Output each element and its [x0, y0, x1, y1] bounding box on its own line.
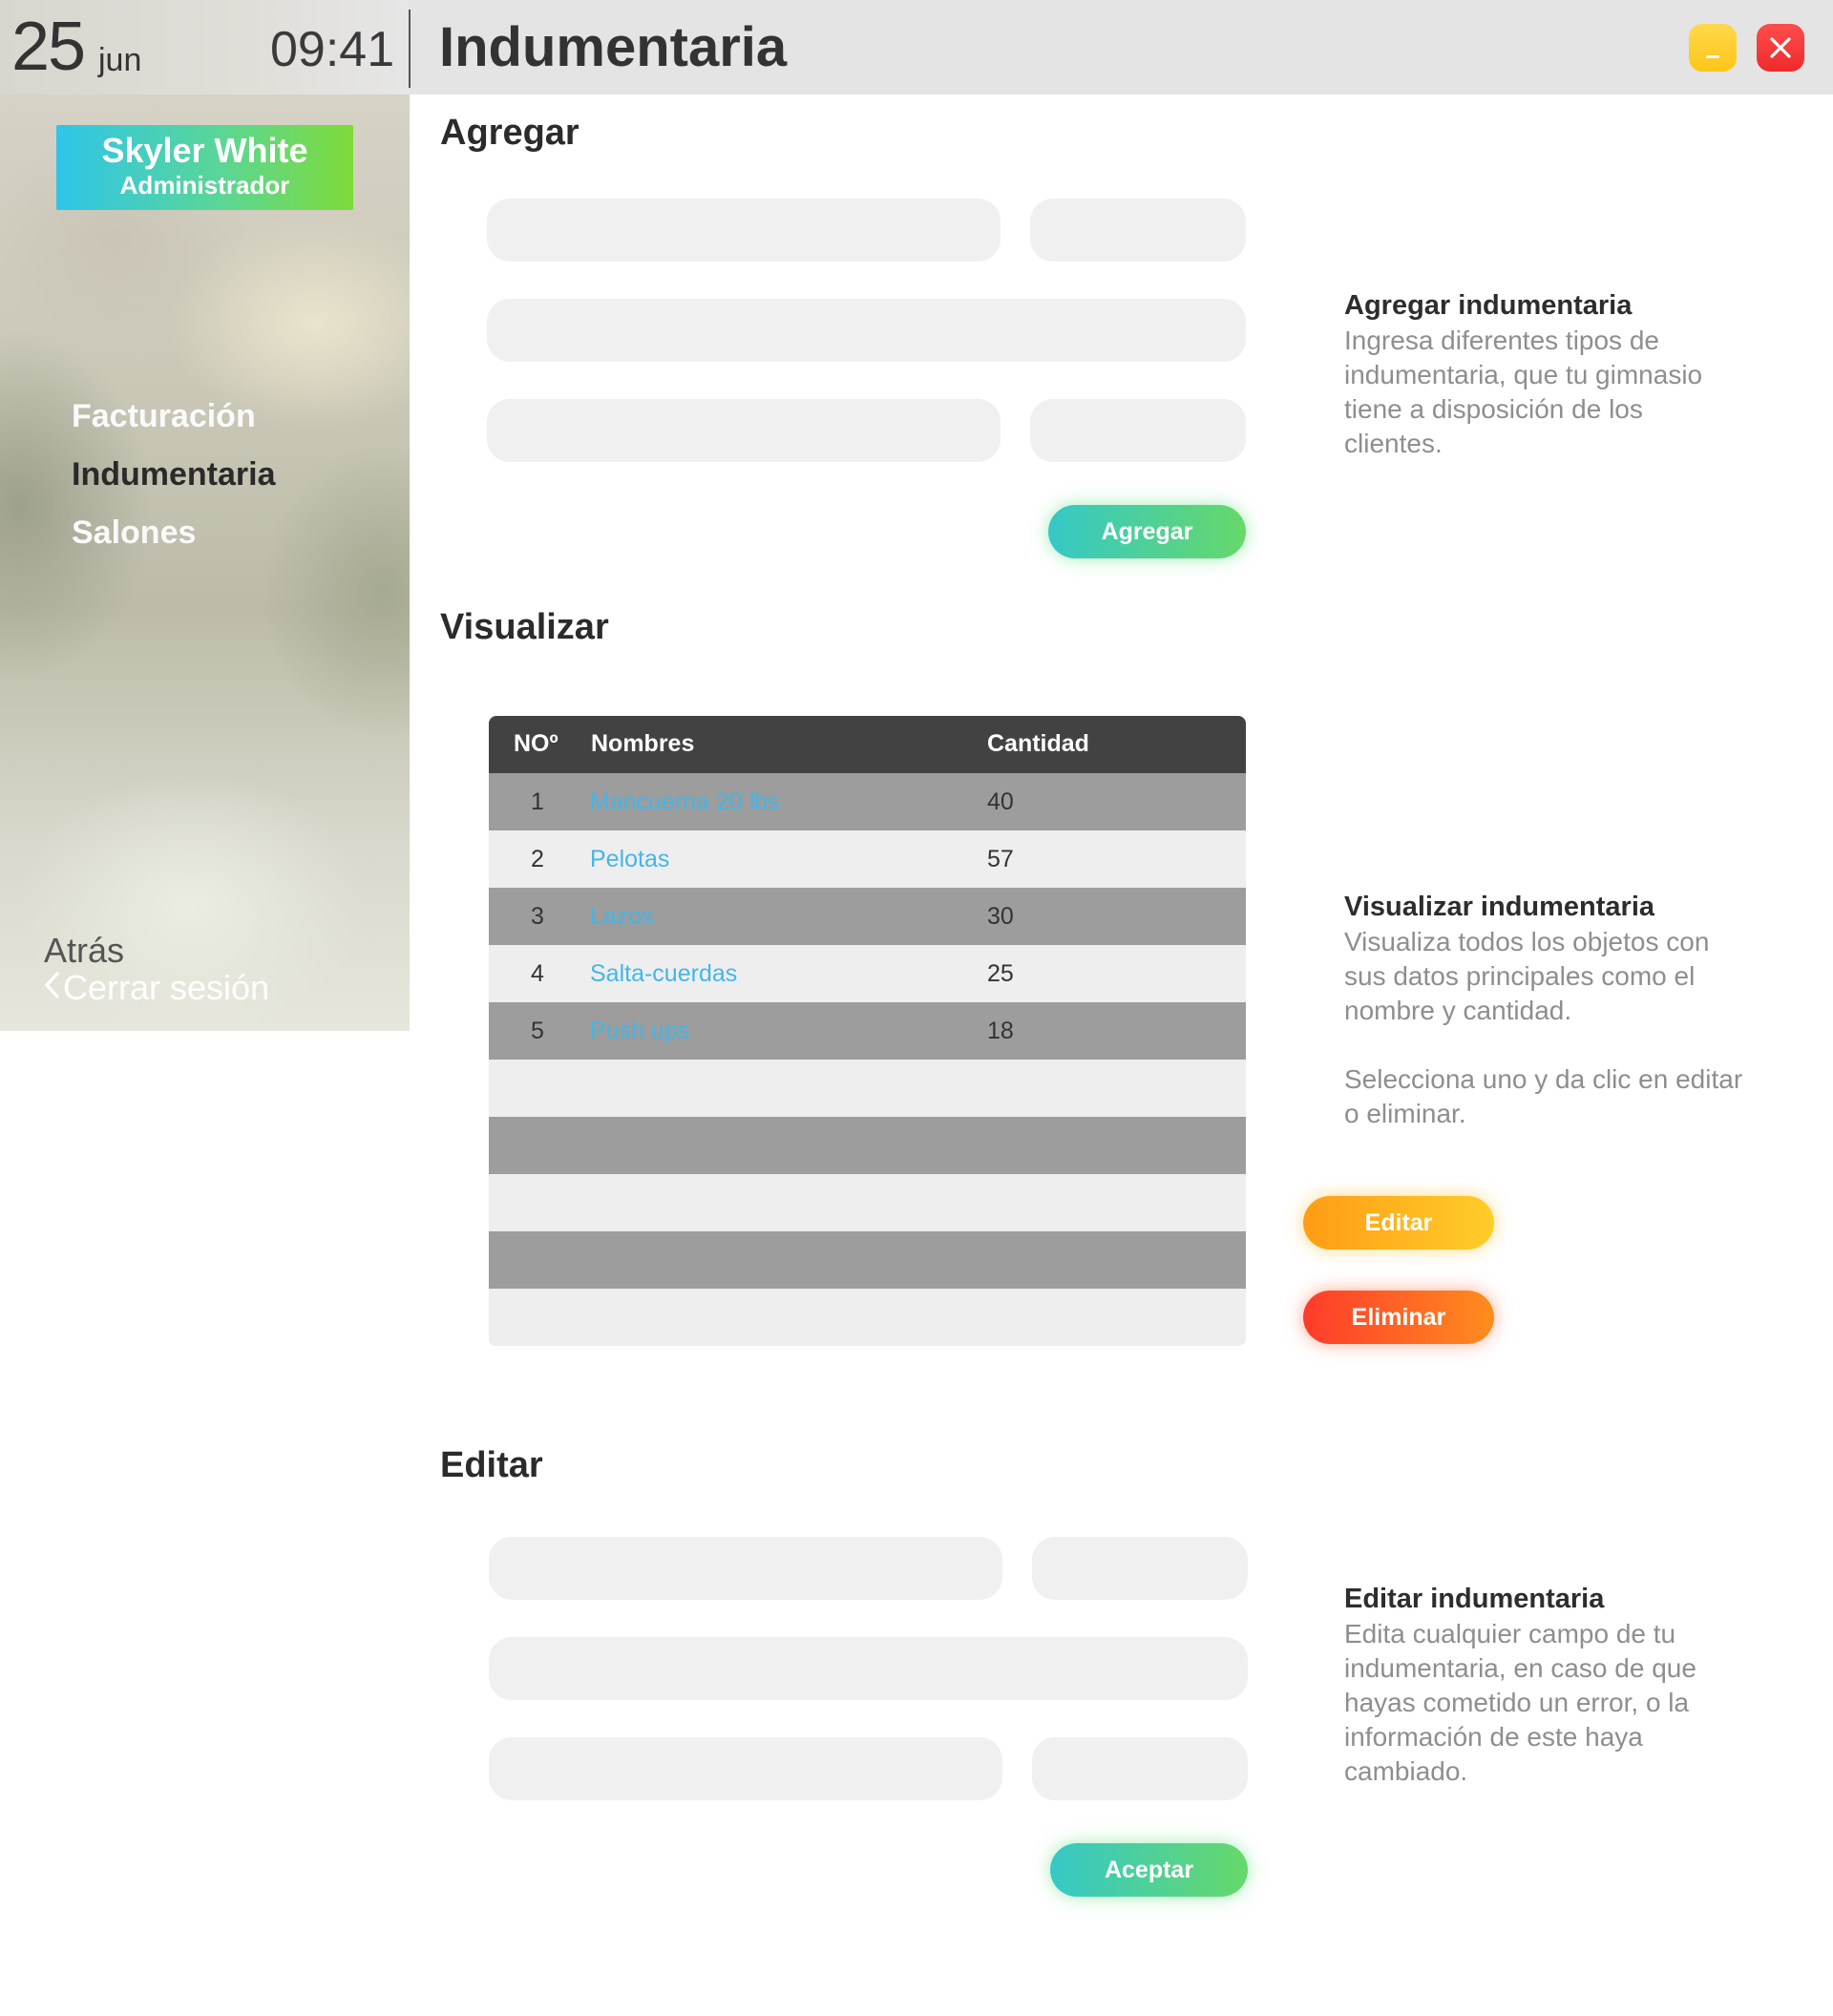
add-info-text: Ingresa diferentes tipos de indumentaria…	[1344, 326, 1703, 458]
empty-table-row	[489, 1289, 1246, 1346]
row-name: Lazos	[590, 903, 654, 930]
items-table: NOº Nombres Cantidad 1 Mancuerna 20 lbs …	[489, 716, 1246, 1346]
page-title: Indumentaria	[439, 16, 788, 78]
header-divider	[409, 10, 411, 88]
table-row[interactable]: 2 Pelotas 57	[489, 830, 1246, 888]
row-number: 1	[531, 788, 544, 815]
chevron-left-icon	[45, 972, 59, 998]
sidebar: Skyler White Administrador Facturación I…	[0, 94, 410, 1031]
edit-extra-field[interactable]	[489, 1737, 1002, 1800]
empty-table-row	[489, 1117, 1246, 1174]
view-info-text-2: Selecciona uno y da clic en editar o eli…	[1344, 1064, 1743, 1128]
row-number: 5	[531, 1018, 544, 1044]
date-month: jun	[98, 42, 142, 78]
user-name: Skyler White	[101, 131, 308, 170]
row-number: 4	[531, 960, 544, 987]
add-button[interactable]: Agregar	[1048, 505, 1246, 558]
sidebar-item-facturacion[interactable]: Facturación	[72, 398, 256, 435]
row-quantity: 57	[987, 846, 1014, 872]
table-header: NOº Nombres Cantidad	[489, 716, 1246, 773]
add-extra-field[interactable]	[487, 399, 1001, 462]
column-header-quantity: Cantidad	[987, 730, 1089, 757]
edit-info-title: Editar indumentaria	[1344, 1584, 1605, 1614]
empty-table-row	[489, 1060, 1246, 1117]
add-description-field[interactable]	[487, 299, 1246, 362]
row-number: 3	[531, 903, 544, 930]
empty-table-row	[489, 1231, 1246, 1289]
sidebar-item-indumentaria[interactable]: Indumentaria	[72, 456, 275, 494]
row-name: Push ups	[590, 1018, 690, 1044]
empty-table-row	[489, 1174, 1246, 1231]
row-name: Pelotas	[590, 846, 670, 872]
add-info-title: Agregar indumentaria	[1344, 290, 1633, 321]
logout-label: Cerrar sesión	[63, 968, 270, 1007]
sidebar-item-salones[interactable]: Salones	[72, 514, 196, 552]
back-link[interactable]: Atrás	[44, 931, 124, 971]
minimize-button[interactable]	[1689, 24, 1737, 72]
edit-description-field[interactable]	[489, 1637, 1248, 1700]
close-icon	[1770, 37, 1791, 58]
column-header-name: Nombres	[591, 730, 695, 757]
row-quantity: 30	[987, 903, 1014, 930]
logout-link[interactable]: Cerrar sesión	[42, 968, 269, 1008]
table-row[interactable]: 3 Lazos 30	[489, 888, 1246, 945]
add-section-title: Agregar	[440, 113, 579, 153]
edit-button[interactable]: Editar	[1303, 1196, 1494, 1250]
add-quantity-field[interactable]	[1030, 199, 1246, 262]
edit-quantity-field[interactable]	[1032, 1537, 1248, 1600]
accept-button[interactable]: Aceptar	[1050, 1843, 1248, 1897]
row-name: Salta-cuerdas	[590, 960, 738, 987]
clock-time: 09:41	[270, 22, 395, 77]
row-quantity: 18	[987, 1018, 1014, 1044]
add-extra-field-2[interactable]	[1030, 399, 1246, 462]
user-badge[interactable]: Skyler White Administrador	[56, 125, 353, 210]
user-role: Administrador	[119, 171, 290, 200]
view-section-title: Visualizar	[440, 607, 609, 647]
add-name-field[interactable]	[487, 199, 1001, 262]
column-header-number: NOº	[514, 730, 558, 757]
edit-extra-field-2[interactable]	[1032, 1737, 1248, 1800]
table-row[interactable]: 1 Mancuerna 20 lbs 40	[489, 773, 1246, 830]
close-button[interactable]	[1757, 24, 1804, 72]
row-number: 2	[531, 846, 544, 872]
delete-button[interactable]: Eliminar	[1303, 1291, 1494, 1344]
row-quantity: 25	[987, 960, 1014, 987]
table-row[interactable]: 4 Salta-cuerdas 25	[489, 945, 1246, 1002]
row-name: Mancuerna 20 lbs	[590, 788, 780, 815]
edit-info-text: Edita cualquier campo de tu indumentaria…	[1344, 1619, 1696, 1786]
table-row[interactable]: 5 Push ups 18	[489, 1002, 1246, 1060]
view-info-title: Visualizar indumentaria	[1344, 892, 1655, 922]
row-quantity: 40	[987, 788, 1014, 815]
top-bar: 25 jun 09:41 Indumentaria	[0, 0, 1833, 94]
edit-section-title: Editar	[440, 1445, 543, 1485]
date-day: 25	[11, 9, 86, 85]
edit-name-field[interactable]	[489, 1537, 1002, 1600]
clock-panel: 25 jun 09:41	[0, 0, 410, 94]
view-info-text: Visualiza todos los objetos con sus dato…	[1344, 927, 1710, 1025]
